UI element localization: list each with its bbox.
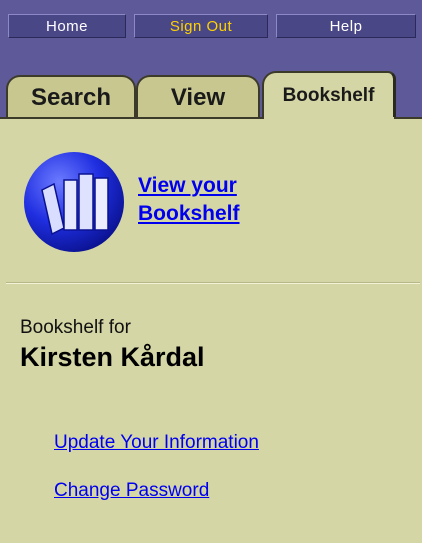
tab-view[interactable]: View bbox=[136, 75, 260, 119]
change-password-link[interactable]: Change Password bbox=[54, 480, 209, 502]
bookshelf-icon[interactable] bbox=[22, 150, 126, 254]
update-information-link[interactable]: Update Your Information bbox=[54, 432, 259, 454]
window-edge bbox=[422, 0, 427, 543]
tab-bookshelf[interactable]: Bookshelf bbox=[262, 71, 396, 119]
view-link-line2: Bookshelf bbox=[138, 202, 240, 225]
view-link-line1: View your bbox=[138, 174, 237, 197]
tab-search[interactable]: Search bbox=[6, 75, 136, 119]
help-button[interactable]: Help bbox=[276, 14, 416, 38]
app-frame: Home Sign Out Help Search View Bookshelf… bbox=[0, 0, 422, 543]
top-navigation: Home Sign Out Help bbox=[0, 0, 422, 47]
tab-baseline-gap bbox=[264, 117, 394, 119]
view-bookshelf-link[interactable]: View your Bookshelf bbox=[138, 172, 298, 228]
sign-out-button[interactable]: Sign Out bbox=[134, 14, 268, 38]
divider bbox=[6, 282, 420, 284]
home-button[interactable]: Home bbox=[8, 14, 126, 38]
tab-strip: Search View Bookshelf bbox=[0, 46, 422, 119]
bookshelf-for-label: Bookshelf for bbox=[20, 317, 131, 338]
owner-name: Kirsten Kårdal bbox=[20, 342, 205, 372]
